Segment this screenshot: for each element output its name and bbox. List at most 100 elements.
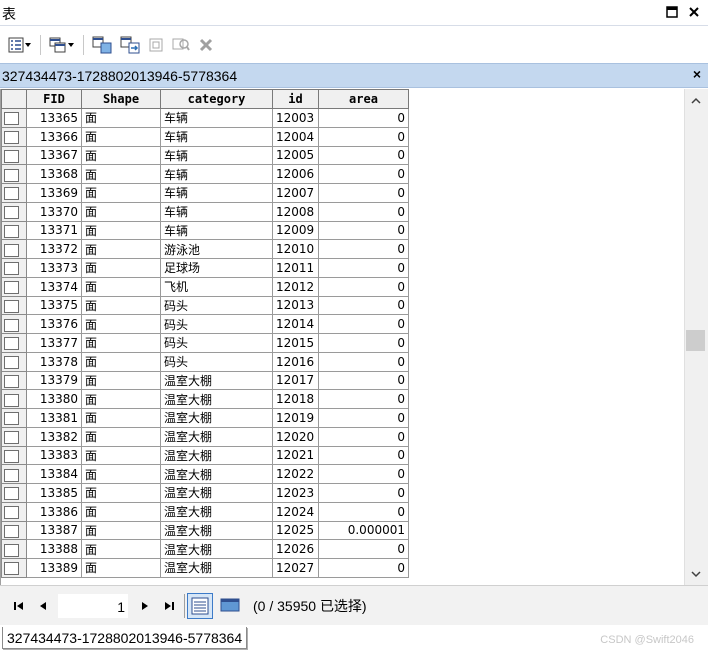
category-cell[interactable]: 车辆 <box>160 201 273 222</box>
category-cell[interactable]: 足球场 <box>160 258 273 278</box>
area-cell[interactable]: 0 <box>318 445 409 466</box>
table-tab-title[interactable]: 327434473-1728802013946-5778364 <box>2 68 237 84</box>
shape-cell[interactable]: 面 <box>81 220 161 241</box>
table-row[interactable]: 13374 面飞机 12012 0 <box>1 276 409 297</box>
related-tables-button[interactable] <box>47 34 77 56</box>
close-icon[interactable] <box>686 3 702 21</box>
row-selector[interactable] <box>1 258 27 278</box>
area-cell[interactable]: 0 <box>318 220 409 241</box>
scroll-down-icon[interactable] <box>688 567 704 581</box>
table-row[interactable]: 13375 面码头 12013 0 <box>1 295 409 316</box>
category-cell[interactable]: 温室大棚 <box>160 445 273 466</box>
fid-cell[interactable]: 13383 <box>26 445 82 466</box>
fid-cell[interactable]: 13389 <box>26 558 82 578</box>
shape-cell[interactable]: 面 <box>81 333 161 353</box>
fid-cell[interactable]: 13374 <box>26 276 82 297</box>
row-selector[interactable] <box>1 539 27 559</box>
id-cell[interactable]: 12020 <box>272 426 319 447</box>
category-cell[interactable]: 温室大棚 <box>160 483 273 503</box>
row-selector[interactable] <box>1 314 27 334</box>
row-selector[interactable] <box>1 295 27 316</box>
close-tab-icon[interactable]: × <box>693 66 701 82</box>
category-cell[interactable]: 温室大棚 <box>160 539 273 559</box>
area-cell[interactable]: 0.000001 <box>318 520 409 541</box>
area-cell[interactable]: 0 <box>318 108 409 128</box>
fid-cell[interactable]: 13373 <box>26 258 82 278</box>
area-cell[interactable]: 0 <box>318 558 409 578</box>
category-cell[interactable]: 码头 <box>160 351 273 372</box>
shape-cell[interactable]: 面 <box>81 239 161 259</box>
category-cell[interactable]: 车辆 <box>160 126 273 147</box>
table-row[interactable]: 13383 面温室大棚 12021 0 <box>1 445 409 466</box>
shape-cell[interactable]: 面 <box>81 426 161 447</box>
fid-cell[interactable]: 13372 <box>26 239 82 259</box>
fid-cell[interactable]: 13365 <box>26 108 82 128</box>
table-row[interactable]: 13389 面温室大棚 12027 0 <box>1 558 409 578</box>
area-cell[interactable]: 0 <box>318 483 409 503</box>
category-cell[interactable]: 温室大棚 <box>160 389 273 409</box>
row-selector-header[interactable] <box>1 89 27 109</box>
area-cell[interactable]: 0 <box>318 201 409 222</box>
category-cell[interactable]: 温室大棚 <box>160 426 273 447</box>
shape-cell[interactable]: 面 <box>81 483 161 503</box>
vertical-scrollbar[interactable] <box>684 89 708 585</box>
area-cell[interactable]: 0 <box>318 126 409 147</box>
fid-cell[interactable]: 13379 <box>26 370 82 391</box>
fid-cell[interactable]: 13376 <box>26 314 82 334</box>
id-cell[interactable]: 12009 <box>272 220 319 241</box>
column-header-id[interactable]: id <box>272 89 319 109</box>
fid-cell[interactable]: 13367 <box>26 145 82 166</box>
area-cell[interactable]: 0 <box>318 276 409 297</box>
table-row[interactable]: 13384 面温室大棚 12022 0 <box>1 464 409 484</box>
fid-cell[interactable]: 13375 <box>26 295 82 316</box>
shape-cell[interactable]: 面 <box>81 445 161 466</box>
next-record-button[interactable] <box>136 597 154 615</box>
id-cell[interactable]: 12025 <box>272 520 319 541</box>
id-cell[interactable]: 12005 <box>272 145 319 166</box>
row-selector[interactable] <box>1 108 27 128</box>
table-row[interactable]: 13382 面温室大棚 12020 0 <box>1 426 409 447</box>
scrollbar-thumb[interactable] <box>686 330 705 351</box>
clear-selection-button[interactable] <box>146 34 166 56</box>
row-selector[interactable] <box>1 351 27 372</box>
id-cell[interactable]: 12013 <box>272 295 319 316</box>
id-cell[interactable]: 12006 <box>272 164 319 184</box>
id-cell[interactable]: 12027 <box>272 558 319 578</box>
shape-cell[interactable]: 面 <box>81 351 161 372</box>
row-selector[interactable] <box>1 145 27 166</box>
table-row[interactable]: 13366 面车辆 12004 0 <box>1 126 409 147</box>
fid-cell[interactable]: 13368 <box>26 164 82 184</box>
row-selector[interactable] <box>1 239 27 259</box>
category-cell[interactable]: 温室大棚 <box>160 464 273 484</box>
row-selector[interactable] <box>1 276 27 297</box>
area-cell[interactable]: 0 <box>318 258 409 278</box>
row-selector[interactable] <box>1 164 27 184</box>
shape-cell[interactable]: 面 <box>81 295 161 316</box>
row-selector[interactable] <box>1 483 27 503</box>
table-row[interactable]: 13376 面码头 12014 0 <box>1 314 409 334</box>
row-selector[interactable] <box>1 389 27 409</box>
column-header-fid[interactable]: FID <box>26 89 82 109</box>
fid-cell[interactable]: 13382 <box>26 426 82 447</box>
row-selector[interactable] <box>1 220 27 241</box>
bottom-table-tab[interactable]: 327434473-1728802013946-5778364 <box>2 627 248 649</box>
area-cell[interactable]: 0 <box>318 164 409 184</box>
fid-cell[interactable]: 13381 <box>26 408 82 428</box>
category-cell[interactable]: 温室大棚 <box>160 501 273 522</box>
category-cell[interactable]: 码头 <box>160 314 273 334</box>
select-by-attributes-button[interactable] <box>90 34 114 56</box>
table-row[interactable]: 13369 面车辆 12007 0 <box>1 183 409 203</box>
shape-cell[interactable]: 面 <box>81 314 161 334</box>
id-cell[interactable]: 12011 <box>272 258 319 278</box>
shape-cell[interactable]: 面 <box>81 126 161 147</box>
id-cell[interactable]: 12008 <box>272 201 319 222</box>
zoom-to-selected-button[interactable] <box>170 34 192 56</box>
row-selector[interactable] <box>1 201 27 222</box>
row-selector[interactable] <box>1 333 27 353</box>
fid-cell[interactable]: 13369 <box>26 183 82 203</box>
fid-cell[interactable]: 13385 <box>26 483 82 503</box>
row-selector[interactable] <box>1 126 27 147</box>
id-cell[interactable]: 12010 <box>272 239 319 259</box>
shape-cell[interactable]: 面 <box>81 539 161 559</box>
id-cell[interactable]: 12015 <box>272 333 319 353</box>
